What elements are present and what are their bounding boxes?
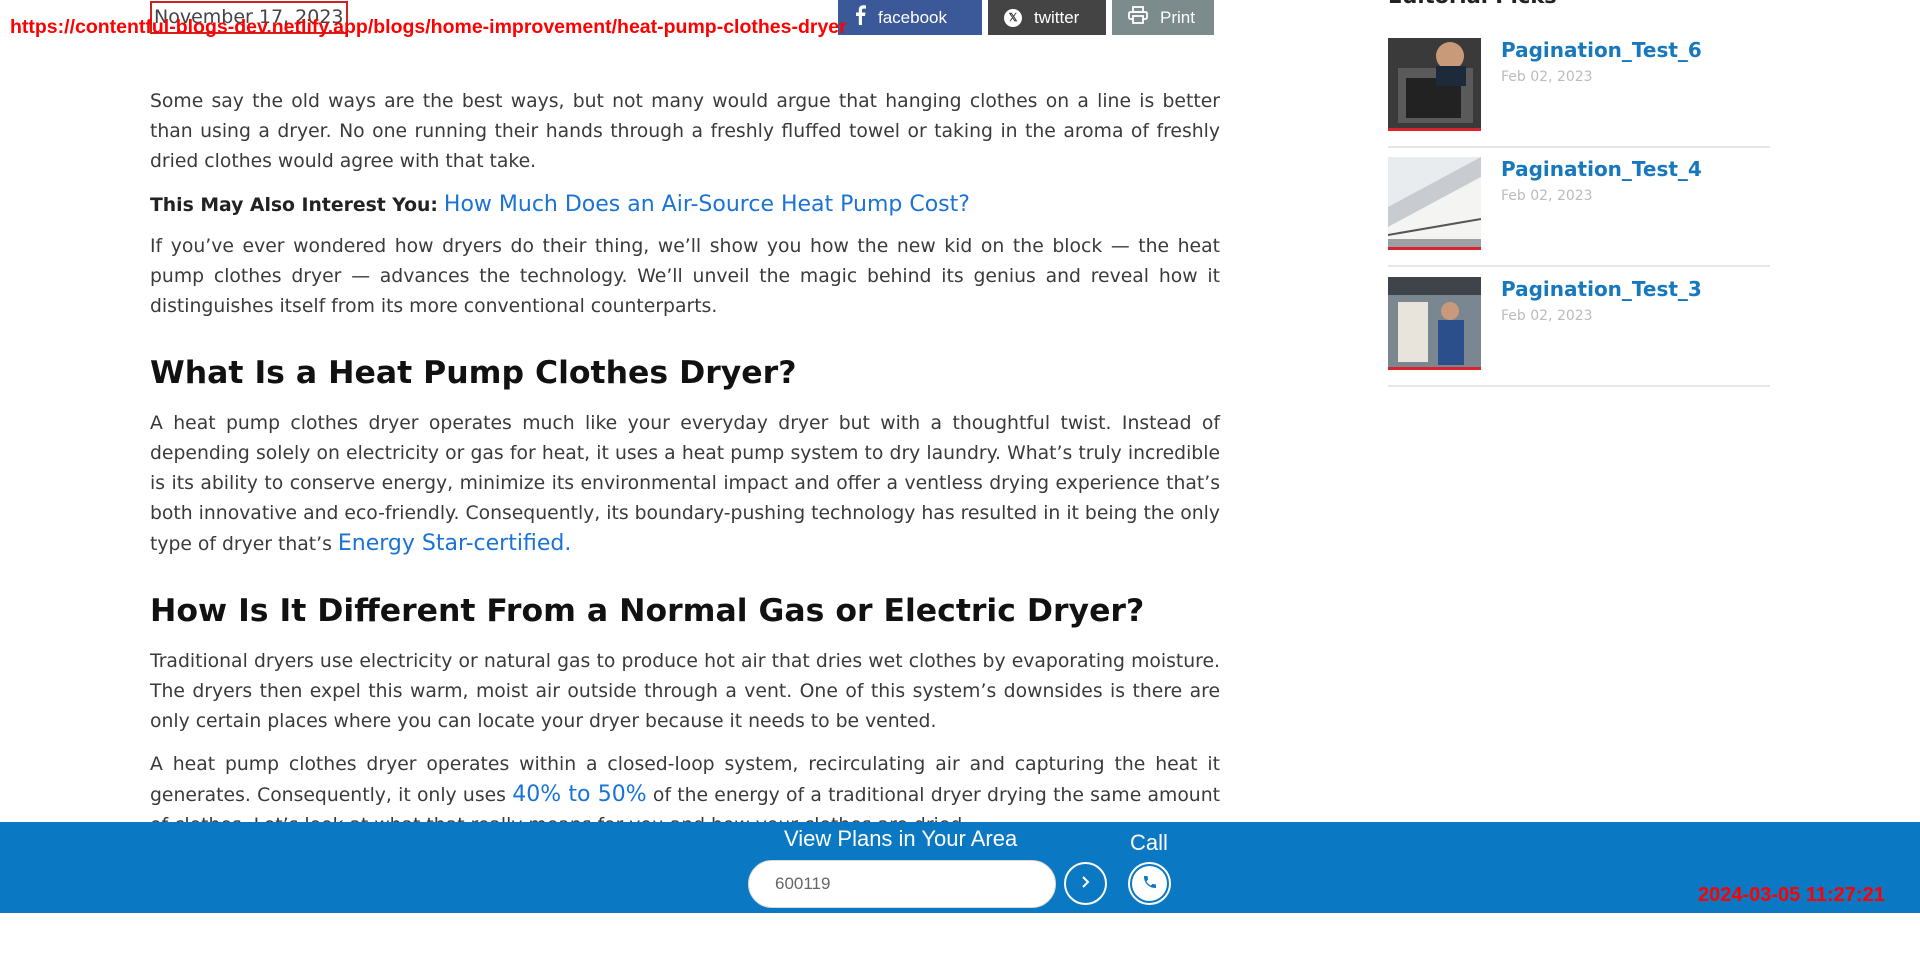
phone-icon <box>1142 874 1158 894</box>
call-button[interactable] <box>1128 862 1171 905</box>
energy-percent-link[interactable]: 40% to 50% <box>512 782 646 807</box>
share-twitter-button[interactable]: 𝕏 twitter <box>988 0 1106 35</box>
print-button[interactable]: Print <box>1112 0 1214 35</box>
paragraph-text: A heat pump clothes dryer operates much … <box>150 413 1220 555</box>
share-facebook-label: facebook <box>878 7 947 27</box>
pick-thumbnail[interactable] <box>1388 38 1481 131</box>
search-plans-button[interactable] <box>1064 862 1107 905</box>
section-heading: What Is a Heat Pump Clothes Dryer? <box>150 355 797 391</box>
call-button-face[interactable] <box>1132 866 1167 901</box>
related-article-callout: This May Also Interest You: How Much Doe… <box>150 190 1220 221</box>
related-label: This May Also Interest You: <box>150 195 438 216</box>
url-overlay: https://contentful-blogs-dev.netlify.app… <box>10 16 847 38</box>
chevron-right-icon <box>1080 874 1092 893</box>
pick-title[interactable]: Pagination_Test_4 <box>1501 157 1702 181</box>
x-logo-icon: 𝕏 <box>1004 8 1022 27</box>
sidebar-pick-item[interactable]: Pagination_Test_4 Feb 02, 2023 <box>1388 157 1770 267</box>
article-paragraph: Some say the old ways are the best ways,… <box>150 91 1220 172</box>
capture-timestamp: 2024-03-05 11:27:21 <box>1698 884 1885 906</box>
sidebar-pick-item[interactable]: Pagination_Test_3 Feb 02, 2023 <box>1388 277 1770 387</box>
article-paragraph: If you’ve ever wondered how dryers do th… <box>150 236 1220 317</box>
sidebar-pick-item[interactable]: Pagination_Test_6 Feb 02, 2023 <box>1388 38 1770 148</box>
article-body: Some say the old ways are the best ways,… <box>150 87 1220 854</box>
section-heading: How Is It Different From a Normal Gas or… <box>150 593 1145 629</box>
view-plans-label: View Plans in Your Area <box>784 826 1018 851</box>
zip-code-input[interactable] <box>748 860 1056 908</box>
call-label: Call <box>1130 830 1168 855</box>
print-label: Print <box>1160 7 1195 27</box>
view-plans-bar: View Plans in Your Area Call <box>0 822 1920 913</box>
facebook-icon <box>854 5 866 30</box>
article-paragraph: A heat pump clothes dryer operates much … <box>150 409 1220 560</box>
pick-title[interactable]: Pagination_Test_6 <box>1501 38 1702 62</box>
pick-thumbnail[interactable] <box>1388 277 1481 370</box>
article-paragraph: Traditional dryers use electricity or na… <box>150 651 1220 732</box>
pick-thumbnail[interactable] <box>1388 157 1481 250</box>
pick-title[interactable]: Pagination_Test_3 <box>1501 277 1702 301</box>
pick-date: Feb 02, 2023 <box>1501 69 1593 85</box>
pick-date: Feb 02, 2023 <box>1501 308 1593 324</box>
related-article-link[interactable]: How Much Does an Air-Source Heat Pump Co… <box>444 192 970 217</box>
pick-date: Feb 02, 2023 <box>1501 188 1593 204</box>
share-twitter-label: twitter <box>1034 7 1080 27</box>
sidebar-heading: Editorial Picks <box>1388 0 1557 8</box>
share-facebook-button[interactable]: facebook <box>838 0 982 35</box>
printer-icon <box>1128 6 1148 29</box>
energy-star-link[interactable]: Energy Star-certified. <box>338 531 571 556</box>
